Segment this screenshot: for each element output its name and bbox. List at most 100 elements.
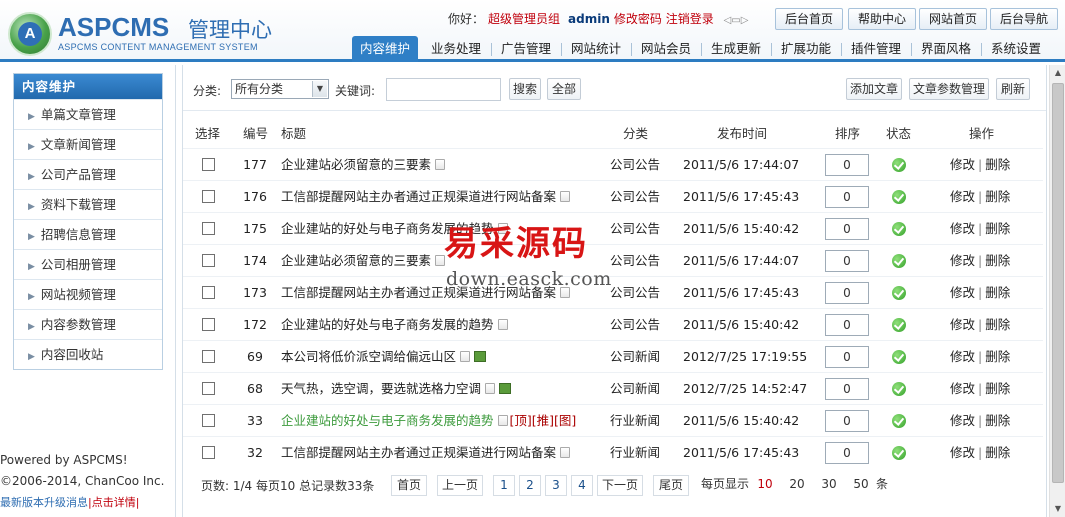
edit-link[interactable]: 修改 bbox=[950, 317, 975, 332]
row-checkbox[interactable] bbox=[202, 382, 215, 395]
edit-link[interactable]: 修改 bbox=[950, 221, 975, 236]
scroll-down-icon[interactable]: ▼ bbox=[1050, 501, 1065, 517]
row-checkbox[interactable] bbox=[202, 190, 215, 203]
sidebar-item-params[interactable]: ▶ 内容参数管理 bbox=[14, 309, 162, 339]
check-circle-icon[interactable] bbox=[892, 414, 906, 428]
article-title-link[interactable]: 本公司将低价派空调给偏远山区 bbox=[281, 341, 487, 373]
per-page-50[interactable]: 50 bbox=[849, 475, 873, 496]
site-home-button[interactable]: 网站首页 bbox=[919, 8, 987, 30]
external-link-icon[interactable] bbox=[485, 383, 496, 394]
tab-members[interactable]: 网站会员 bbox=[633, 36, 699, 62]
check-circle-icon[interactable] bbox=[892, 190, 906, 204]
all-button[interactable]: 全部 bbox=[547, 78, 581, 100]
edit-link[interactable]: 修改 bbox=[950, 445, 975, 460]
sidebar-item-albums[interactable]: ▶ 公司相册管理 bbox=[14, 249, 162, 279]
sidebar-item-news[interactable]: ▶ 文章新闻管理 bbox=[14, 129, 162, 159]
add-article-button[interactable]: 添加文章 bbox=[846, 78, 902, 100]
delete-link[interactable]: 删除 bbox=[985, 285, 1010, 300]
check-circle-icon[interactable] bbox=[892, 382, 906, 396]
external-link-icon[interactable] bbox=[497, 319, 508, 330]
row-checkbox[interactable] bbox=[202, 222, 215, 235]
pager-page-3[interactable]: 3 bbox=[545, 475, 567, 496]
admin-home-button[interactable]: 后台首页 bbox=[775, 8, 843, 30]
pager-page-2[interactable]: 2 bbox=[519, 475, 541, 496]
sidebar-item-products[interactable]: ▶ 公司产品管理 bbox=[14, 159, 162, 189]
tab-themes[interactable]: 界面风格 bbox=[913, 36, 979, 62]
delete-link[interactable]: 删除 bbox=[985, 221, 1010, 236]
scroll-up-icon[interactable]: ▲ bbox=[1050, 65, 1065, 81]
window-toggle-icon[interactable]: ◁▭▷ bbox=[724, 15, 749, 26]
pager-next-button[interactable]: 下一页 bbox=[597, 475, 643, 496]
row-checkbox[interactable] bbox=[202, 158, 215, 171]
sidebar-item-single-article[interactable]: ▶ 单篇文章管理 bbox=[14, 99, 162, 129]
delete-link[interactable]: 删除 bbox=[985, 157, 1010, 172]
check-circle-icon[interactable] bbox=[892, 350, 906, 364]
article-title-link[interactable]: 工信部提醒网站主办者通过正规渠道进行网站备案 bbox=[281, 437, 571, 469]
sidebar-item-jobs[interactable]: ▶ 招聘信息管理 bbox=[14, 219, 162, 249]
external-link-icon[interactable] bbox=[497, 415, 508, 426]
external-link-icon[interactable] bbox=[560, 191, 571, 202]
logout-link[interactable]: 注销登录 bbox=[666, 12, 714, 26]
article-title-link[interactable]: 企业建站的好处与电子商务发展的趋势 bbox=[281, 309, 508, 341]
row-checkbox[interactable] bbox=[202, 414, 215, 427]
article-title-link[interactable]: 天气热，选空调，要选就选格力空调 bbox=[281, 373, 512, 405]
order-input[interactable]: 0 bbox=[825, 410, 869, 432]
pager-prev-button[interactable]: 上一页 bbox=[437, 475, 483, 496]
delete-link[interactable]: 删除 bbox=[985, 413, 1010, 428]
keyword-input[interactable] bbox=[386, 78, 501, 101]
tab-ads[interactable]: 广告管理 bbox=[493, 36, 559, 62]
scrollbar-thumb[interactable] bbox=[1052, 83, 1064, 483]
tab-plugins[interactable]: 插件管理 bbox=[843, 36, 909, 62]
row-checkbox[interactable] bbox=[202, 286, 215, 299]
admin-nav-button[interactable]: 后台导航 bbox=[990, 8, 1058, 30]
edit-link[interactable]: 修改 bbox=[950, 413, 975, 428]
pager-first-button[interactable]: 首页 bbox=[391, 475, 427, 496]
order-input[interactable]: 0 bbox=[825, 346, 869, 368]
article-title-link[interactable]: 企业建站必须留意的三要素 bbox=[281, 149, 446, 181]
external-link-icon[interactable] bbox=[560, 447, 571, 458]
order-input[interactable]: 0 bbox=[825, 378, 869, 400]
article-title-link[interactable]: 企业建站的好处与电子商务发展的趋势 [顶][推][图] bbox=[281, 405, 576, 437]
search-button[interactable]: 搜索 bbox=[509, 78, 541, 100]
check-circle-icon[interactable] bbox=[892, 446, 906, 460]
update-details-link[interactable]: |点击详情| bbox=[88, 496, 139, 509]
tab-stats[interactable]: 网站统计 bbox=[563, 36, 629, 62]
pager-page-4[interactable]: 4 bbox=[571, 475, 593, 496]
article-params-button[interactable]: 文章参数管理 bbox=[909, 78, 989, 100]
vertical-scrollbar[interactable]: ▲ ▼ bbox=[1049, 65, 1065, 517]
delete-link[interactable]: 删除 bbox=[985, 349, 1010, 364]
edit-link[interactable]: 修改 bbox=[950, 285, 975, 300]
tab-business[interactable]: 业务处理 bbox=[423, 36, 489, 62]
delete-link[interactable]: 删除 bbox=[985, 445, 1010, 460]
edit-link[interactable]: 修改 bbox=[950, 157, 975, 172]
row-checkbox[interactable] bbox=[202, 350, 215, 363]
change-password-link[interactable]: 修改密码 bbox=[614, 12, 662, 26]
delete-link[interactable]: 删除 bbox=[985, 253, 1010, 268]
order-input[interactable]: 0 bbox=[825, 186, 869, 208]
check-circle-icon[interactable] bbox=[892, 222, 906, 236]
per-page-30[interactable]: 30 bbox=[817, 475, 841, 496]
delete-link[interactable]: 删除 bbox=[985, 317, 1010, 332]
tab-content[interactable]: 内容维护 bbox=[352, 36, 418, 62]
external-link-icon[interactable] bbox=[435, 159, 446, 170]
delete-link[interactable]: 删除 bbox=[985, 189, 1010, 204]
article-title-link[interactable]: 企业建站必须留意的三要素 bbox=[281, 245, 446, 277]
tab-generate[interactable]: 生成更新 bbox=[703, 36, 769, 62]
category-select[interactable]: 所有分类 ▼ bbox=[231, 79, 329, 99]
sidebar-item-videos[interactable]: ▶ 网站视频管理 bbox=[14, 279, 162, 309]
row-checkbox[interactable] bbox=[202, 446, 215, 459]
delete-link[interactable]: 删除 bbox=[985, 381, 1010, 396]
edit-link[interactable]: 修改 bbox=[950, 253, 975, 268]
order-input[interactable]: 0 bbox=[825, 282, 869, 304]
sidebar-item-recycle-bin[interactable]: ▶ 内容回收站 bbox=[14, 339, 162, 369]
pager-page-1[interactable]: 1 bbox=[493, 475, 515, 496]
check-circle-icon[interactable] bbox=[892, 158, 906, 172]
check-circle-icon[interactable] bbox=[892, 286, 906, 300]
tab-system-settings[interactable]: 系统设置 bbox=[983, 36, 1049, 62]
check-circle-icon[interactable] bbox=[892, 318, 906, 332]
order-input[interactable]: 0 bbox=[825, 218, 869, 240]
article-title-link[interactable]: 工信部提醒网站主办者通过正规渠道进行网站备案 bbox=[281, 181, 571, 213]
edit-link[interactable]: 修改 bbox=[950, 381, 975, 396]
refresh-button[interactable]: 刷新 bbox=[996, 78, 1030, 100]
order-input[interactable]: 0 bbox=[825, 314, 869, 336]
